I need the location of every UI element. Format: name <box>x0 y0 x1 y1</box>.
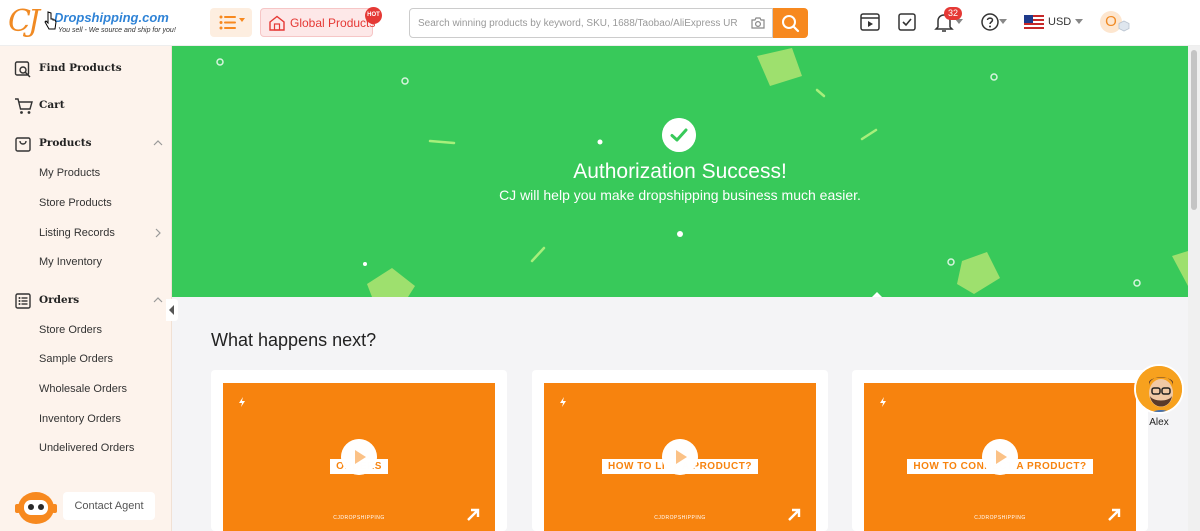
sidebar-item-my-inventory[interactable]: My Inventory <box>39 256 102 268</box>
list-icon <box>219 15 245 30</box>
logo-tagline: You sell - We source and ship for you! <box>58 27 176 34</box>
sidebar-label-find-products: Find Products <box>39 62 122 74</box>
lightning-icon <box>880 397 886 407</box>
sidebar-label-orders: Orders <box>39 294 80 306</box>
camera-icon[interactable] <box>750 15 766 31</box>
scrollbar[interactable] <box>1188 46 1200 531</box>
page: CJ Dropshipping.com You sell - We source… <box>0 0 1200 531</box>
contact-agent-button[interactable]: Contact Agent <box>63 492 155 520</box>
sidebar-item-undelivered-orders[interactable]: Undelivered Orders <box>39 442 134 454</box>
section-title: What happens next? <box>211 330 377 350</box>
agent-avatar[interactable] <box>1134 364 1184 414</box>
logo-mark: CJ <box>8 4 40 39</box>
task-checklist-icon[interactable] <box>895 10 919 34</box>
expand-arrow-icon[interactable] <box>465 507 481 523</box>
orders-icon <box>15 293 31 309</box>
play-icon[interactable] <box>662 439 698 475</box>
currency-selector[interactable]: USD <box>1024 12 1086 32</box>
video-brand: CJDROPSHIPPING <box>333 515 385 521</box>
chevron-up-icon <box>153 140 163 146</box>
sidebar-item-wholesale-orders[interactable]: Wholesale Orders <box>39 383 127 395</box>
success-subtitle: CJ will help you make dropshipping busin… <box>499 187 861 203</box>
bag-icon <box>15 137 31 152</box>
sidebar-label-products: Products <box>39 137 92 149</box>
play-icon[interactable] <box>982 439 1018 475</box>
sidebar-item-inventory-orders[interactable]: Inventory Orders <box>39 413 121 425</box>
notification-count-badge: 32 <box>944 7 963 20</box>
video-brand: CJDROPSHIPPING <box>974 515 1026 521</box>
sidebar-collapse-handle[interactable] <box>166 299 178 321</box>
find-products-icon <box>14 61 31 78</box>
cube-icon <box>1118 20 1130 32</box>
video-card[interactable]: HOW TO CONNECT A PRODUCT? CJDROPSHIPPING <box>852 370 1148 531</box>
agent-face-icon <box>1136 366 1182 412</box>
hot-badge: HOT <box>365 7 382 24</box>
video-tutorial-icon[interactable] <box>858 10 882 34</box>
chevron-right-icon <box>155 228 161 238</box>
video-card[interactable]: ORDERS CJDROPSHIPPING <box>211 370 507 531</box>
expand-arrow-icon[interactable] <box>786 507 802 523</box>
sidebar-item-store-products[interactable]: Store Products <box>39 197 112 209</box>
expand-arrow-icon[interactable] <box>1106 507 1122 523</box>
sidebar-item-products[interactable]: Products <box>0 131 172 157</box>
caret-left-icon <box>169 305 174 315</box>
success-title: Authorization Success! <box>573 160 787 183</box>
global-products-label: Global Products <box>290 16 376 30</box>
sidebar-item-cart[interactable]: Cart <box>0 93 172 119</box>
warehouse-icon <box>269 15 285 31</box>
authorization-banner: Authorization Success! CJ will help you … <box>172 46 1188 297</box>
search-button[interactable] <box>773 8 808 38</box>
chevron-down-icon <box>999 19 1007 24</box>
category-menu-button[interactable] <box>210 8 252 37</box>
currency-label: USD <box>1048 16 1072 28</box>
logo-brand: Dropshipping.com <box>54 10 169 25</box>
search-icon <box>782 15 800 33</box>
chevron-down-icon <box>1075 19 1083 24</box>
video-thumbnail[interactable]: ORDERS CJDROPSHIPPING <box>223 383 495 531</box>
cart-icon <box>15 98 33 114</box>
top-header: CJ Dropshipping.com You sell - We source… <box>0 0 1200 46</box>
mouse-cursor-icon <box>44 11 57 30</box>
lightning-icon <box>239 397 245 407</box>
sidebar-item-listing-records[interactable]: Listing Records <box>39 227 115 239</box>
chevron-up-icon <box>153 297 163 303</box>
video-thumbnail[interactable]: HOW TO LIST A PRODUCT? CJDROPSHIPPING <box>544 383 816 531</box>
cj-logo[interactable]: CJ Dropshipping.com You sell - We source… <box>8 4 176 40</box>
sidebar-item-my-products[interactable]: My Products <box>39 167 100 179</box>
sidebar-item-sample-orders[interactable]: Sample Orders <box>39 353 113 365</box>
sidebar-item-find-products[interactable]: Find Products <box>0 56 172 82</box>
video-brand: CJDROPSHIPPING <box>654 515 706 521</box>
play-icon[interactable] <box>341 439 377 475</box>
success-check-icon <box>662 118 696 152</box>
search-input[interactable] <box>418 15 738 31</box>
agent-name: Alex <box>1149 417 1169 428</box>
global-products-button[interactable]: Global Products HOT <box>260 7 382 37</box>
video-card[interactable]: HOW TO LIST A PRODUCT? CJDROPSHIPPING <box>532 370 828 531</box>
search-box <box>409 8 773 38</box>
video-thumbnail[interactable]: HOW TO CONNECT A PRODUCT? CJDROPSHIPPING <box>864 383 1136 531</box>
sidebar: Find Products Cart Products My Products … <box>0 46 172 531</box>
robot-assistant-icon[interactable] <box>12 486 60 528</box>
sidebar-label-cart: Cart <box>39 99 65 111</box>
scrollbar-thumb[interactable] <box>1191 50 1197 210</box>
sidebar-item-store-orders[interactable]: Store Orders <box>39 324 102 336</box>
us-flag-icon <box>1024 15 1044 29</box>
lightning-icon <box>560 397 566 407</box>
sidebar-item-orders[interactable]: Orders <box>0 288 172 314</box>
